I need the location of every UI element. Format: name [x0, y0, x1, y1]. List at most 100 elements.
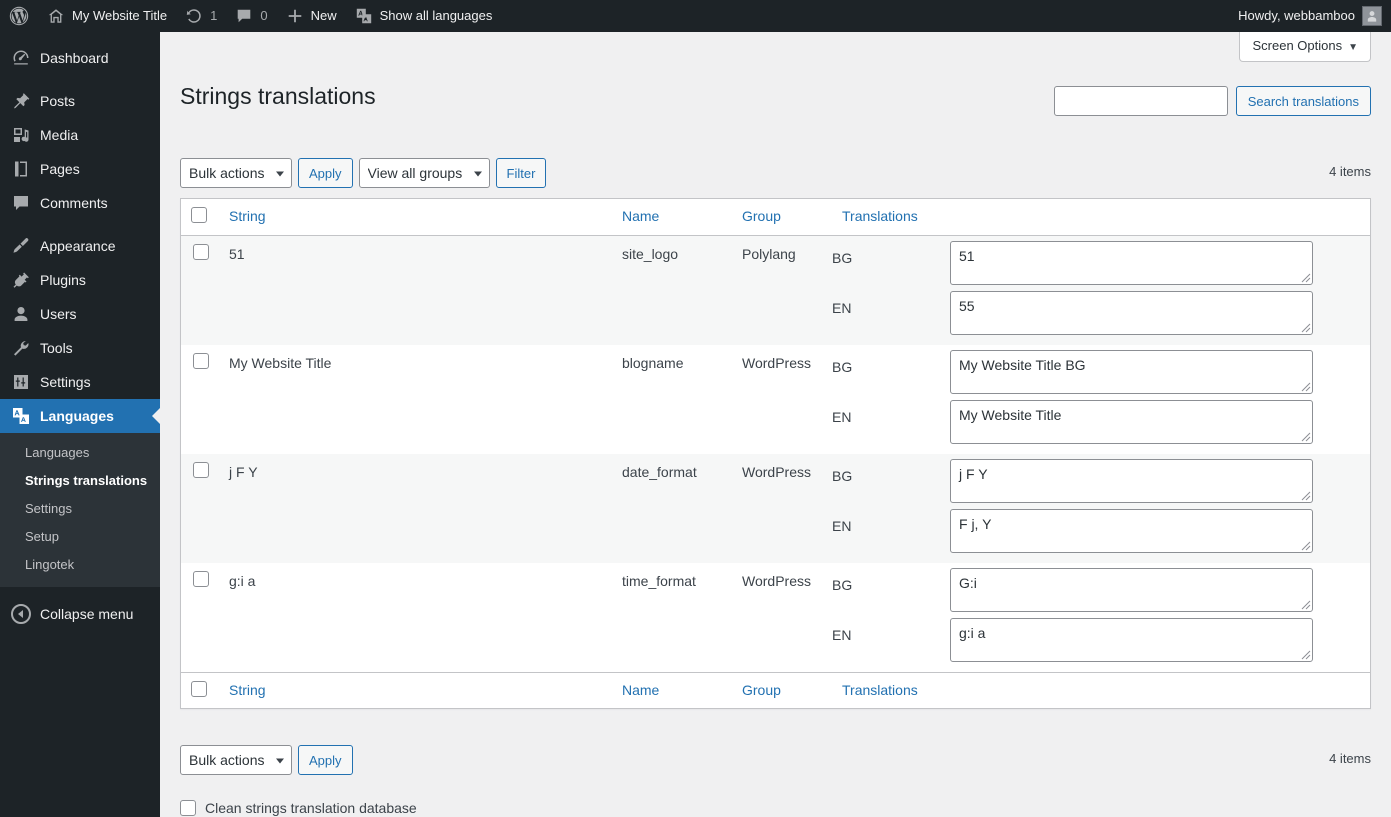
- row-translations: BG EN: [832, 454, 1370, 563]
- pin-icon: [11, 91, 31, 111]
- sidebar-item-media[interactable]: Media: [0, 118, 160, 152]
- row-checkbox[interactable]: [193, 570, 209, 587]
- translation-entry: EN: [832, 290, 1360, 335]
- sidebar-item-pages[interactable]: Pages: [0, 152, 160, 186]
- collapse-menu-label: Collapse menu: [40, 606, 134, 622]
- column-footer-group[interactable]: Group: [732, 671, 832, 709]
- clean-strings-label[interactable]: Clean strings translation database: [205, 800, 417, 816]
- sidebar-item-appearance[interactable]: Appearance: [0, 229, 160, 263]
- translation-textarea[interactable]: [950, 458, 1313, 503]
- sidebar-item-posts[interactable]: Posts: [0, 84, 160, 118]
- pages-icon: [11, 159, 31, 179]
- strings-translations-table: String Name Group Translations 51 site_l…: [180, 198, 1371, 710]
- wp-logo-menu-item[interactable]: [0, 0, 38, 32]
- row-select-cell: [181, 236, 219, 345]
- main-content: Screen Options ▼ Strings translations Sea…: [160, 32, 1391, 817]
- sidebar-item-label: Plugins: [40, 272, 86, 288]
- screen-options-label: Screen Options: [1252, 38, 1343, 53]
- sidebar-item-label: Comments: [40, 195, 108, 211]
- sidebar-item-languages[interactable]: Languages: [0, 399, 160, 433]
- translation-textarea[interactable]: [950, 349, 1313, 394]
- translation-textarea[interactable]: [950, 290, 1313, 335]
- translation-language-label: BG: [832, 467, 853, 484]
- column-header-string[interactable]: String: [219, 199, 612, 236]
- submenu-item-setup[interactable]: Setup: [0, 523, 160, 551]
- translation-textarea[interactable]: [950, 617, 1313, 662]
- table-footer-row: String Name Group Translations: [181, 671, 1370, 709]
- row-checkbox[interactable]: [193, 461, 209, 478]
- my-account-menu-item[interactable]: Howdy, webbamboo: [1229, 0, 1391, 32]
- menu-spacer-2: [0, 220, 160, 229]
- submenu-item-lingotek[interactable]: Lingotek: [0, 551, 160, 579]
- show-all-languages-menu-item[interactable]: Show all languages: [346, 0, 502, 32]
- apply-button-bottom[interactable]: Apply: [298, 745, 353, 775]
- menu-spacer-1: [0, 75, 160, 84]
- sidebar-item-users[interactable]: Users: [0, 297, 160, 331]
- column-header-group[interactable]: Group: [732, 199, 832, 236]
- select-all-footer: [181, 671, 219, 709]
- select-all-checkbox-bottom[interactable]: [191, 680, 207, 697]
- row-group: WordPress: [742, 572, 811, 589]
- sidebar-item-label: Posts: [40, 93, 76, 109]
- translation-entry: BG: [832, 567, 1360, 612]
- translation-textarea[interactable]: [950, 508, 1313, 553]
- table-row: 51 site_logo Polylang BG EN: [181, 235, 1370, 345]
- translation-language-label: EN: [832, 299, 852, 316]
- sidebar-item-label: Appearance: [40, 238, 116, 254]
- sidebar-item-tools[interactable]: Tools: [0, 331, 160, 365]
- bulk-actions-select-wrap: Bulk actions: [180, 158, 292, 188]
- sidebar-item-dashboard[interactable]: Dashboard: [0, 41, 160, 75]
- row-translations: BG EN: [832, 236, 1370, 345]
- new-content-menu-item[interactable]: New: [277, 0, 346, 32]
- paintbrush-icon: [11, 236, 31, 256]
- search-input[interactable]: [1053, 86, 1228, 116]
- row-string: My Website Title: [229, 354, 332, 371]
- translation-input-wrap: [950, 399, 1313, 444]
- translation-input-wrap: [950, 458, 1313, 503]
- sidebar-item-plugins[interactable]: Plugins: [0, 263, 160, 297]
- translation-input-wrap: [950, 349, 1313, 394]
- view-all-groups-select[interactable]: View all groups: [358, 158, 490, 188]
- submenu-item-strings-translations[interactable]: Strings translations: [0, 467, 160, 495]
- bulk-actions-select-bottom[interactable]: Bulk actions: [180, 745, 292, 775]
- row-group: Polylang: [742, 245, 796, 262]
- sidebar-item-comments[interactable]: Comments: [0, 186, 160, 220]
- row-translations: BG EN: [832, 563, 1370, 672]
- translation-entry: BG: [832, 458, 1360, 503]
- plug-icon: [11, 270, 31, 290]
- submenu-item-settings[interactable]: Settings: [0, 495, 160, 523]
- table-head: String Name Group Translations: [181, 199, 1370, 236]
- screen-options-button[interactable]: Screen Options ▼: [1239, 32, 1371, 62]
- filter-button[interactable]: Filter: [495, 158, 547, 188]
- collapse-menu-button[interactable]: Collapse menu: [0, 597, 160, 631]
- comment-bubble-icon: [238, 9, 251, 23]
- sidebar-item-settings[interactable]: Settings: [0, 365, 160, 399]
- wordpress-logo-icon: [9, 6, 29, 26]
- row-string: g:i a: [229, 572, 256, 589]
- items-count-top: 4 items: [1329, 164, 1371, 179]
- site-name-label: My Website Title: [72, 8, 168, 23]
- translation-textarea[interactable]: [950, 567, 1313, 612]
- column-footer-string[interactable]: String: [219, 671, 612, 709]
- search-translations-button[interactable]: Search translations: [1235, 86, 1371, 116]
- show-all-languages-label: Show all languages: [379, 8, 493, 23]
- comments-menu-item[interactable]: 0: [226, 0, 276, 32]
- column-header-name[interactable]: Name: [612, 199, 732, 236]
- submenu-item-languages[interactable]: Languages: [0, 439, 160, 467]
- table-foot: String Name Group Translations: [181, 671, 1370, 709]
- bulk-actions-select-top[interactable]: Bulk actions: [180, 158, 292, 188]
- menu-spacer-top: [0, 32, 160, 41]
- column-footer-name[interactable]: Name: [612, 671, 732, 709]
- select-all-header: [181, 199, 219, 236]
- translation-textarea[interactable]: [950, 240, 1313, 285]
- row-checkbox[interactable]: [193, 352, 209, 369]
- apply-button-top[interactable]: Apply: [298, 158, 353, 188]
- updates-menu-item[interactable]: 1: [176, 0, 226, 32]
- collapse-arrow-icon: [11, 604, 31, 624]
- updates-icon: [186, 9, 201, 23]
- translation-textarea[interactable]: [950, 399, 1313, 444]
- site-name-menu-item[interactable]: My Website Title: [38, 0, 176, 32]
- clean-strings-checkbox[interactable]: [180, 800, 196, 816]
- select-all-checkbox-top[interactable]: [191, 207, 207, 223]
- row-checkbox[interactable]: [193, 243, 209, 260]
